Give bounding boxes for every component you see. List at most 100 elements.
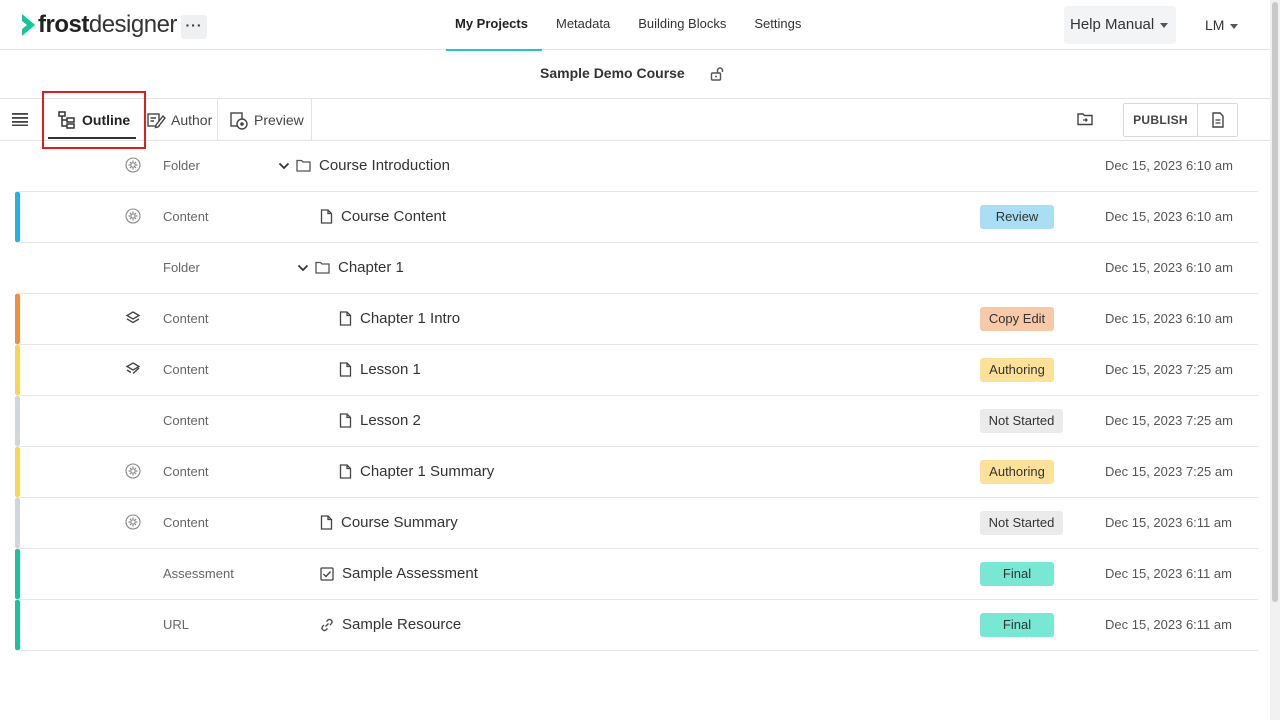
file-icon [339, 464, 360, 479]
layers-icon[interactable] [125, 310, 141, 331]
status-badge[interactable]: Not Started [980, 409, 1063, 433]
help-manual-dropdown[interactable]: Help Manual [1064, 6, 1176, 44]
nav-metadata[interactable]: Metadata [542, 0, 624, 50]
status-badge[interactable]: Not Started [980, 511, 1063, 535]
item-name[interactable]: Lesson 1 [339, 361, 421, 378]
outline-row[interactable]: Content Lesson 2 Not Started Dec 15, 2023 7… [15, 396, 1258, 447]
settings-circle-icon[interactable] [125, 463, 141, 484]
modified-date: Dec 15, 2023 7:25 am [1105, 413, 1233, 428]
author-edit-icon [147, 112, 166, 128]
link-icon [320, 618, 342, 632]
modified-date: Dec 15, 2023 6:10 am [1105, 311, 1233, 326]
item-name[interactable]: Sample Assessment [320, 565, 478, 582]
outline-row[interactable]: Content Course Content Review Dec 15, 2023 … [15, 192, 1258, 243]
item-name[interactable]: Chapter 1 Summary [339, 463, 494, 480]
item-name[interactable]: Course Introduction [278, 157, 450, 174]
item-name[interactable]: Chapter 1 Intro [339, 310, 460, 327]
chevron-down-icon[interactable] [278, 162, 296, 170]
status-badge[interactable]: Authoring [980, 460, 1054, 484]
outline-row[interactable]: Content Chapter 1 Summary Authoring Dec 15,… [15, 447, 1258, 498]
nav-my-projects[interactable]: My Projects [441, 0, 542, 51]
layers-check-icon[interactable] [125, 361, 141, 382]
course-title: Sample Demo Course [540, 65, 685, 81]
help-manual-label: Help Manual [1070, 16, 1155, 33]
item-name-label: Sample Resource [342, 616, 462, 633]
item-name[interactable]: Chapter 1 [297, 259, 404, 276]
status-badge[interactable]: Final [980, 562, 1054, 586]
modified-date: Dec 15, 2023 6:11 am [1105, 617, 1232, 632]
course-outline-list: Folder Course Introduction Dec 15, 2023 6:… [0, 141, 1270, 651]
tab-preview-label: Preview [254, 111, 304, 128]
status-color-bar [15, 600, 20, 650]
caret-down-icon [1160, 22, 1169, 28]
item-name[interactable]: Course Content [320, 208, 446, 225]
item-type: Assessment [163, 566, 234, 581]
frost-designer-logo[interactable]: frostdesigner [20, 11, 177, 39]
item-type: Content [163, 515, 209, 530]
outline-row[interactable]: Content Chapter 1 Intro Copy Edit Dec 15, 2… [15, 294, 1258, 345]
outline-row[interactable]: URL Sample Resource Final Dec 15, 2023 6:11… [15, 600, 1258, 651]
nav-building-blocks[interactable]: Building Blocks [624, 0, 740, 50]
outline-row[interactable]: Folder Chapter 1 Dec 15, 2023 6:10 am [16, 243, 1258, 294]
outline-row[interactable]: Content Course Summary Not Started Dec 15, … [15, 498, 1258, 549]
outline-row[interactable]: Folder Course Introduction Dec 15, 2023 6:… [16, 141, 1258, 192]
tab-preview[interactable]: Preview [220, 99, 312, 140]
outline-row[interactable]: Content Lesson 1 Authoring Dec 15, 2023 7:2… [15, 345, 1258, 396]
folder-move-icon[interactable] [1077, 112, 1093, 126]
status-color-bar [15, 549, 20, 599]
more-options-button[interactable]: ··· [181, 15, 207, 39]
item-type: Folder [163, 260, 200, 275]
status-badge[interactable]: Final [980, 613, 1054, 637]
unlock-icon[interactable] [709, 66, 725, 82]
settings-circle-icon[interactable] [125, 157, 141, 178]
item-name-label: Lesson 2 [360, 412, 421, 429]
status-color-bar [15, 396, 20, 446]
modified-date: Dec 15, 2023 7:25 am [1105, 464, 1233, 479]
folder-icon [296, 159, 319, 172]
item-type: Folder [163, 158, 200, 173]
item-name-label: Lesson 1 [360, 361, 421, 378]
item-type: Content [163, 362, 209, 377]
file-icon [339, 311, 360, 326]
tab-author[interactable]: Author [144, 99, 218, 140]
tab-outline[interactable]: Outline [48, 99, 136, 140]
item-name-label: Course Introduction [319, 157, 450, 174]
settings-circle-icon[interactable] [125, 208, 141, 229]
folder-icon [315, 261, 338, 274]
course-title-bar: Sample Demo Course [0, 50, 1270, 99]
item-name-label: Course Summary [341, 514, 458, 531]
main-nav: My Projects Metadata Building Blocks Set… [441, 0, 815, 51]
settings-circle-icon[interactable] [125, 514, 141, 535]
document-export-button[interactable] [1197, 103, 1238, 137]
hamburger-menu-icon[interactable] [12, 112, 28, 126]
item-type: Content [163, 209, 209, 224]
file-icon [339, 413, 360, 428]
item-name-label: Chapter 1 [338, 259, 404, 276]
logo-chevron-icon [22, 14, 35, 36]
item-name[interactable]: Sample Resource [320, 616, 461, 633]
item-name-label: Sample Assessment [342, 565, 478, 582]
status-color-bar [15, 447, 20, 497]
file-icon [339, 362, 360, 377]
outline-toolbar: Outline Author Preview PUBLISH [0, 99, 1270, 141]
status-color-bar [15, 294, 20, 344]
chevron-down-icon[interactable] [297, 264, 315, 272]
user-menu-dropdown[interactable]: LM [1205, 6, 1239, 44]
nav-settings[interactable]: Settings [740, 0, 815, 50]
status-badge[interactable]: Copy Edit [980, 307, 1054, 331]
document-icon [1211, 112, 1224, 128]
status-color-bar [15, 192, 20, 242]
status-badge[interactable]: Authoring [980, 358, 1054, 382]
file-icon [320, 515, 341, 530]
top-navigation-bar: frostdesigner ··· My Projects Metadata B… [0, 0, 1270, 51]
status-badge[interactable]: Review [980, 205, 1054, 229]
preview-eye-icon [230, 111, 248, 130]
tab-outline-label: Outline [82, 111, 131, 128]
page-scrollbar[interactable] [1270, 0, 1280, 720]
item-name[interactable]: Course Summary [320, 514, 458, 531]
item-name[interactable]: Lesson 2 [339, 412, 421, 429]
caret-down-icon [1230, 23, 1239, 29]
publish-button[interactable]: PUBLISH [1123, 103, 1198, 137]
outline-row[interactable]: Assessment Sample Assessment Final Dec 15, … [15, 549, 1258, 600]
modified-date: Dec 15, 2023 7:25 am [1105, 362, 1233, 377]
